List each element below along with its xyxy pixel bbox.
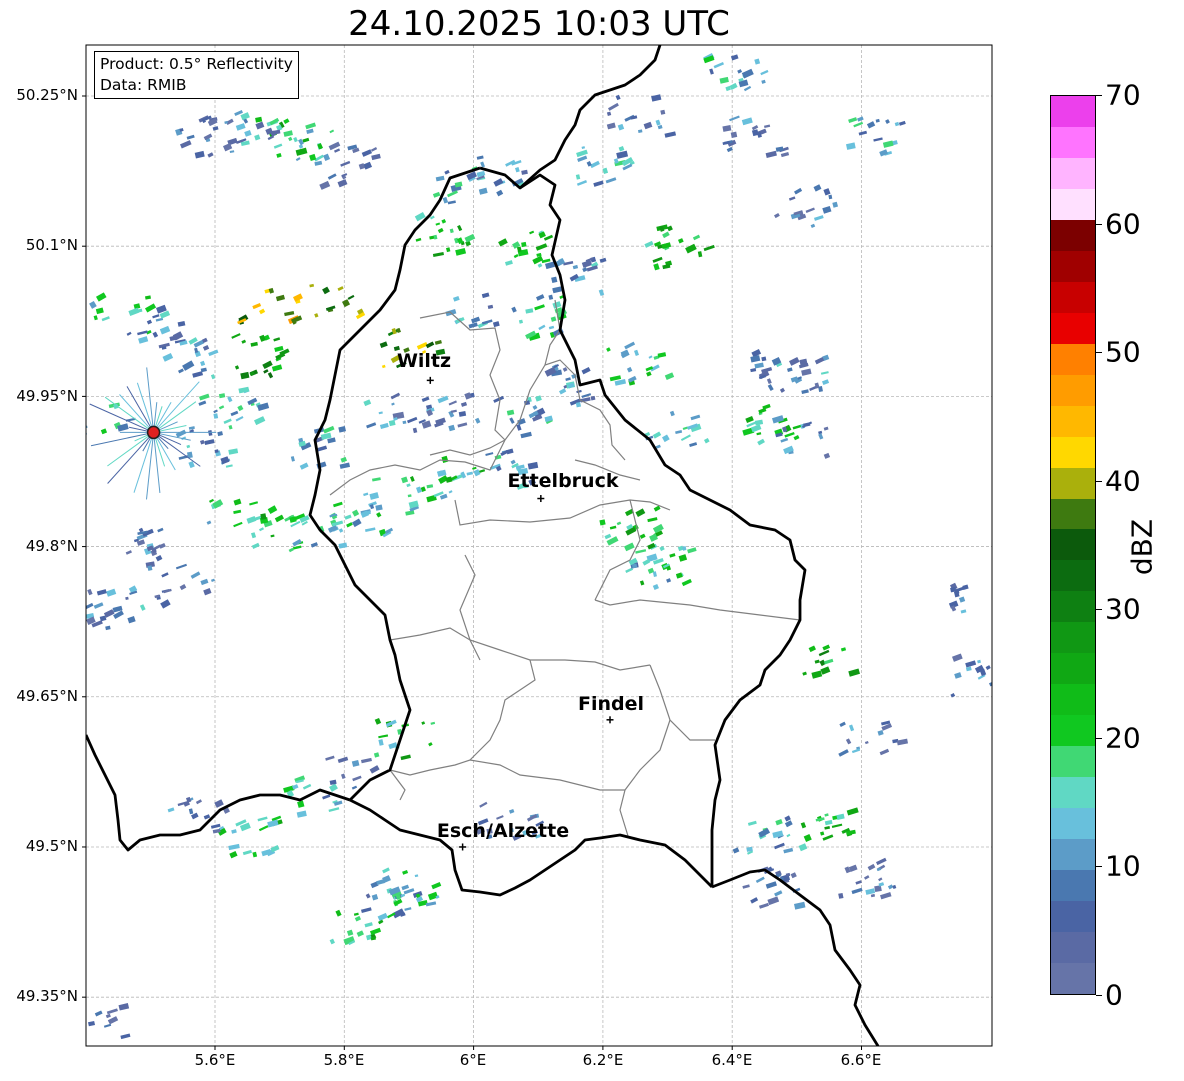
echo-pixel: [575, 402, 582, 408]
map-background: [86, 45, 992, 1046]
echo-pixel: [590, 395, 596, 401]
echo-pixel: [69, 418, 79, 424]
colorbar-segment: [1051, 95, 1095, 127]
colorbar-segment: [1051, 870, 1095, 902]
lat-label-50-25: 50.25°N: [16, 86, 78, 104]
lat-label-49-5: 49.5°N: [25, 837, 78, 855]
colorbar-tick-label: 10: [1105, 849, 1141, 883]
product-text: Product: 0.5° Reflectivity: [100, 55, 293, 73]
radar-map: [65, 44, 1017, 1050]
colorbar-segment: [1051, 715, 1095, 747]
echo-pixel: [1000, 581, 1007, 587]
echo-pixel: [81, 1014, 85, 1018]
echo-pixel: [996, 675, 1005, 681]
colorbar-segment: [1051, 219, 1095, 251]
colorbar-segment: [1051, 777, 1095, 809]
colorbar-segment: [1051, 343, 1095, 375]
lon-label-5-6: 5.6°E: [194, 1051, 236, 1069]
echo-pixel: [997, 579, 1002, 583]
colorbar-segment: [1051, 746, 1095, 778]
radar-site-marker: [146, 425, 161, 440]
echo-pixel: [69, 406, 78, 412]
echo-pixel: [521, 241, 527, 248]
echo-pixel: [402, 420, 407, 425]
echo-pixel: [660, 109, 666, 115]
colorbar-segment: [1051, 901, 1095, 933]
colorbar-tick-label: 70: [1105, 78, 1141, 112]
echo-pixel: [1006, 611, 1017, 618]
colorbar-segment: [1051, 963, 1095, 994]
lon-label-6-6: 6.6°E: [840, 1051, 882, 1069]
lat-label-49-35: 49.35°N: [16, 987, 78, 1005]
echo-pixel: [730, 131, 738, 138]
colorbar-segment: [1051, 808, 1095, 840]
city-label-wiltz: Wiltz: [396, 350, 452, 372]
lat-label-49-8: 49.8°N: [25, 537, 78, 555]
lon-label-6: 6°E: [459, 1051, 487, 1069]
colorbar-segment: [1051, 312, 1095, 344]
colorbar-label: dBZ: [1125, 518, 1159, 576]
colorbar-segment: [1051, 405, 1095, 437]
colorbar-segment: [1051, 157, 1095, 189]
product-info-box: Product: 0.5° Reflectivity Data: RMIB: [94, 51, 299, 99]
colorbar-tick-mark: [1096, 737, 1102, 739]
colorbar-tick-label: 40: [1105, 464, 1141, 498]
echo-pixel: [995, 688, 1005, 694]
echo-pixel: [996, 661, 1004, 666]
colorbar-segment: [1051, 839, 1095, 871]
data-source-text: Data: RMIB: [100, 76, 187, 94]
colorbar-tick-mark: [1096, 866, 1102, 868]
colorbar-tick-label: 0: [1105, 978, 1123, 1012]
colorbar-tick-mark: [1096, 995, 1102, 996]
colorbar-tick-label: 60: [1105, 207, 1141, 241]
colorbar-segment: [1051, 467, 1095, 499]
colorbar-tick-mark: [1096, 480, 1102, 482]
echo-pixel: [1000, 575, 1010, 581]
lon-label-6-4: 6.4°E: [711, 1051, 753, 1069]
colorbar-tick-label: 50: [1105, 335, 1141, 369]
colorbar-tick-label: 30: [1105, 592, 1141, 626]
lon-label-6-2: 6.2°E: [582, 1051, 624, 1069]
colorbar: [1050, 95, 1096, 995]
city-label-esch-alzette: Esch/Alzette: [436, 820, 570, 842]
colorbar-segment: [1051, 126, 1095, 158]
echo-pixel: [1007, 589, 1012, 592]
colorbar-segment: [1051, 684, 1095, 716]
colorbar-segment: [1051, 560, 1095, 592]
lat-label-49-65: 49.65°N: [16, 687, 78, 705]
echo-pixel: [1001, 610, 1011, 616]
echo-pixel: [65, 1023, 74, 1030]
city-label-ettelbruck: Ettelbruck: [507, 470, 619, 492]
colorbar-tick-mark: [1096, 609, 1102, 611]
colorbar-segment: [1051, 188, 1095, 220]
colorbar-segment: [1051, 281, 1095, 313]
colorbar-segment: [1051, 591, 1095, 623]
colorbar-segment: [1051, 436, 1095, 468]
colorbar-segment: [1051, 932, 1095, 964]
colorbar-tick-mark: [1096, 352, 1102, 354]
colorbar-tick-mark: [1096, 95, 1102, 96]
colorbar-segment: [1051, 498, 1095, 530]
colorbar-segment: [1051, 653, 1095, 685]
lat-label-50-1: 50.1°N: [25, 236, 78, 254]
lon-label-5-8: 5.8°E: [323, 1051, 365, 1069]
lat-label-49-95: 49.95°N: [16, 387, 78, 405]
colorbar-segment: [1051, 250, 1095, 282]
city-label-findel: Findel: [577, 693, 645, 715]
colorbar-tick-label: 20: [1105, 721, 1141, 755]
colorbar-segment: [1051, 374, 1095, 406]
echo-pixel: [260, 513, 267, 520]
colorbar-tick-mark: [1096, 223, 1102, 225]
colorbar-segment: [1051, 622, 1095, 654]
echo-pixel: [998, 675, 1008, 682]
echo-pixel: [599, 519, 606, 526]
colorbar-segment: [1051, 529, 1095, 561]
